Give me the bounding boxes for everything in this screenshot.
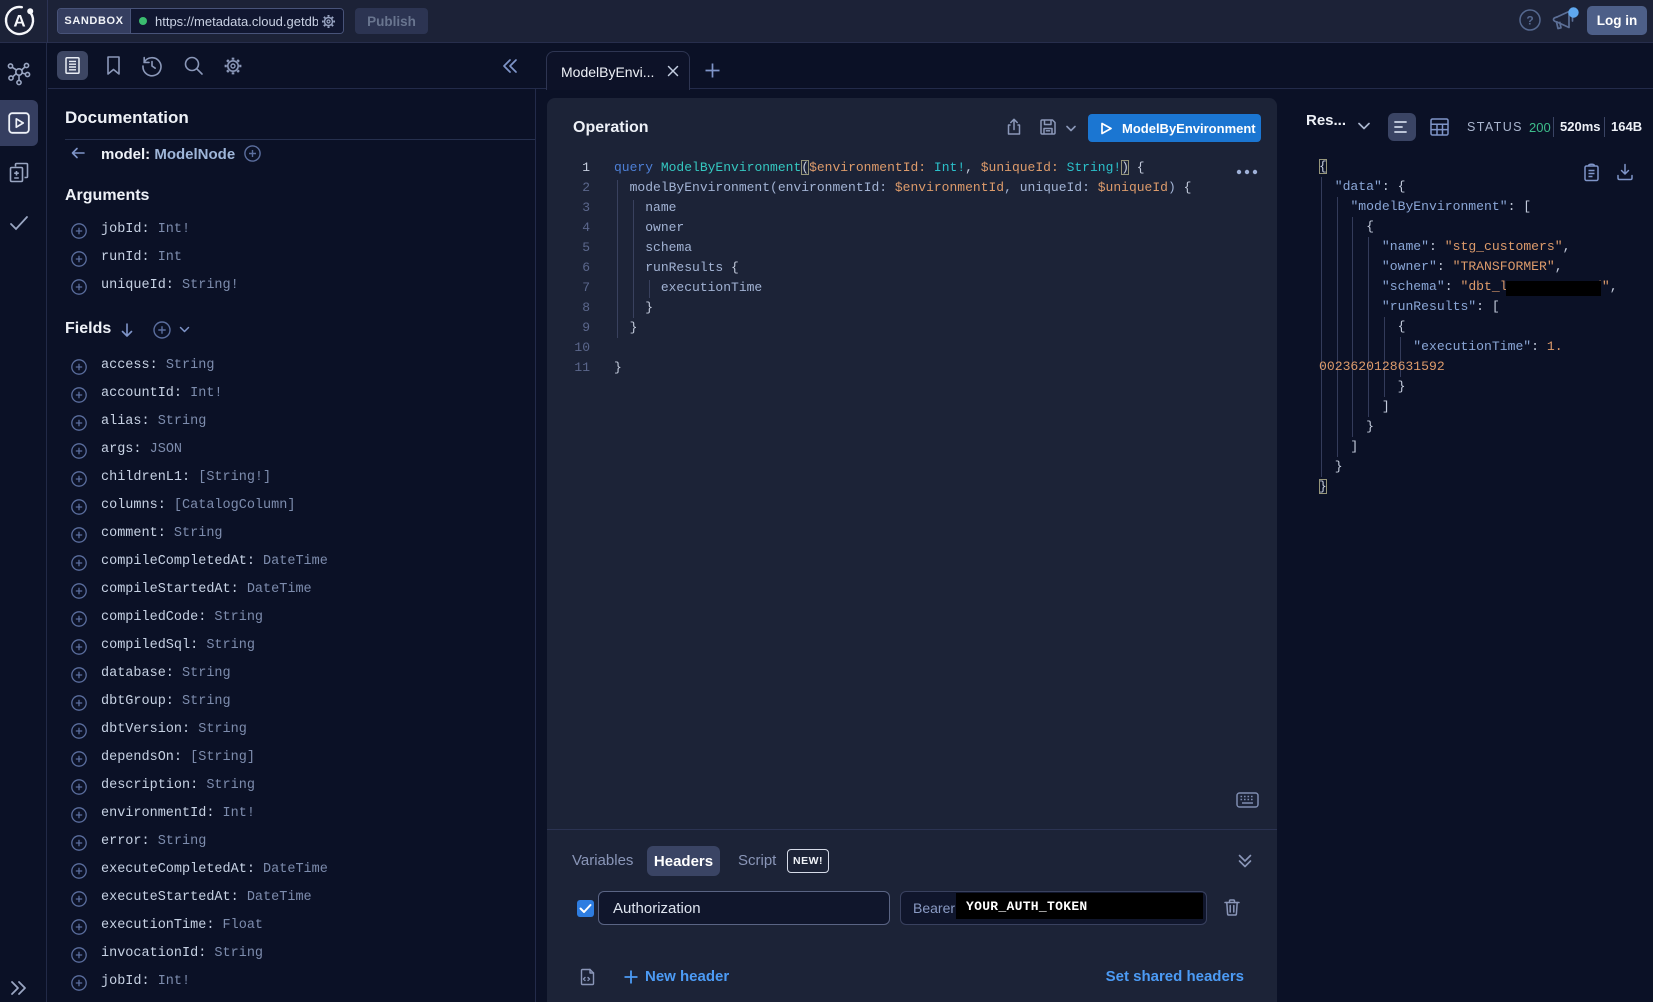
svg-text:?: ? [1526, 14, 1533, 28]
svg-text:A: A [13, 12, 25, 31]
